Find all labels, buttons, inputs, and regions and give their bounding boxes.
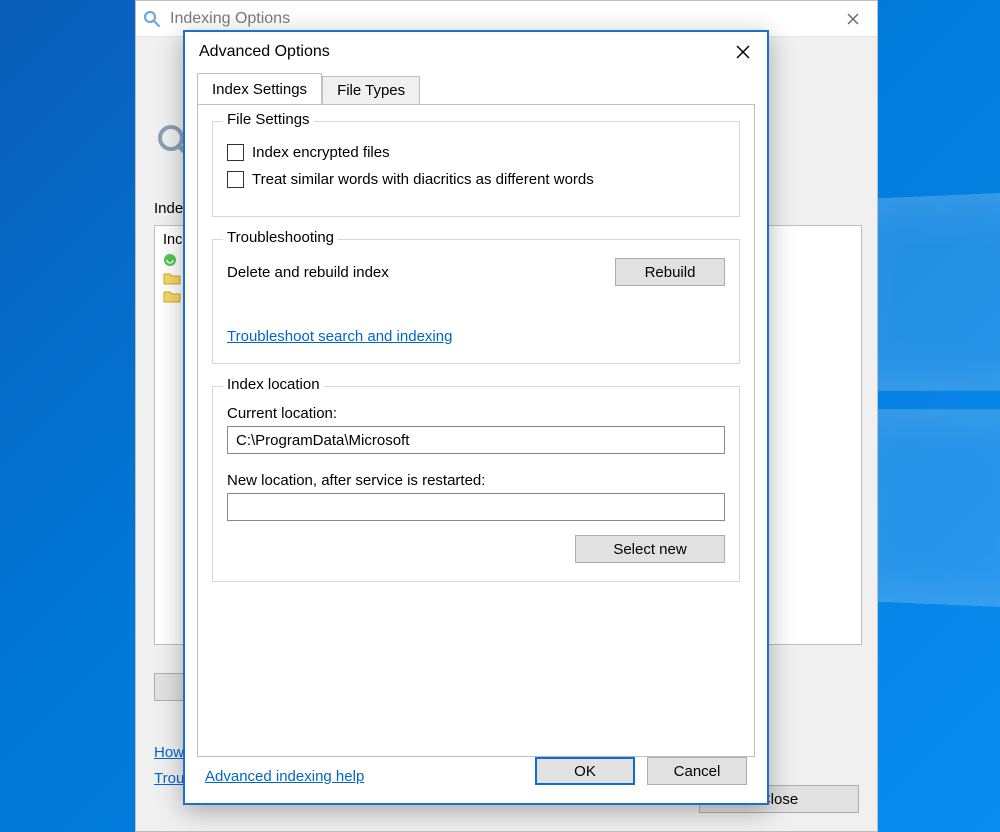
- folder-icon: [163, 289, 181, 303]
- new-location-field[interactable]: [227, 493, 725, 521]
- group-file-settings: File Settings Index encrypted files Trea…: [212, 121, 740, 217]
- parent-title: Indexing Options: [170, 10, 290, 28]
- select-new-button[interactable]: Select new: [575, 535, 725, 563]
- troubleshooting-desc: Delete and rebuild index: [227, 264, 389, 281]
- checkbox-label: Index encrypted files: [252, 144, 390, 161]
- modal-titlebar: Advanced Options: [185, 32, 767, 72]
- folder-icon: [163, 271, 181, 285]
- modal-close-button[interactable]: [719, 32, 767, 72]
- ok-button[interactable]: OK: [535, 757, 635, 785]
- tab-index-settings[interactable]: Index Settings: [197, 73, 322, 104]
- cancel-button[interactable]: Cancel: [647, 757, 747, 785]
- group-index-location: Index location Current location: New loc…: [212, 386, 740, 582]
- modal-footer: Advanced indexing help OK Cancel: [185, 757, 767, 803]
- legend-troubleshooting: Troubleshooting: [223, 229, 338, 246]
- tab-panel-index-settings: File Settings Index encrypted files Trea…: [197, 104, 755, 757]
- group-troubleshooting: Troubleshooting Delete and rebuild index…: [212, 239, 740, 364]
- search-options-icon: [142, 9, 162, 29]
- advanced-help-link[interactable]: Advanced indexing help: [205, 768, 364, 785]
- rebuild-button[interactable]: Rebuild: [615, 258, 725, 286]
- how-link[interactable]: How: [154, 744, 184, 761]
- checkbox-icon: [227, 144, 244, 161]
- legend-file-settings: File Settings: [223, 111, 314, 128]
- checkbox-label: Treat similar words with diacritics as d…: [252, 171, 594, 188]
- current-location-label: Current location:: [227, 405, 725, 422]
- current-location-field[interactable]: [227, 426, 725, 454]
- checkbox-diacritics[interactable]: Treat similar words with diacritics as d…: [227, 171, 725, 188]
- advanced-options-dialog: Advanced Options Index Settings File Typ…: [183, 30, 769, 805]
- checkbox-icon: [227, 171, 244, 188]
- tabstrip: Index Settings File Types: [185, 72, 767, 104]
- troubleshoot-search-link[interactable]: Troubleshoot search and indexing: [227, 328, 452, 345]
- checkbox-index-encrypted[interactable]: Index encrypted files: [227, 144, 725, 161]
- legend-index-location: Index location: [223, 376, 324, 393]
- sync-folder-icon: [163, 253, 181, 267]
- modal-title: Advanced Options: [199, 43, 330, 61]
- tab-file-types[interactable]: File Types: [322, 76, 420, 105]
- parent-close-button[interactable]: [829, 1, 877, 37]
- new-location-label: New location, after service is restarted…: [227, 472, 725, 489]
